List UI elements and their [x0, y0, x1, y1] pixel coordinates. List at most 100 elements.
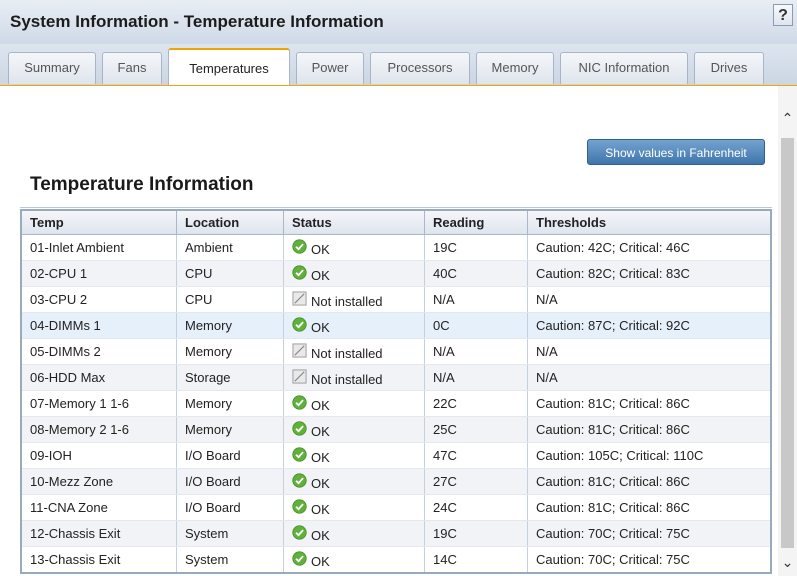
cell-reading: N/A — [424, 286, 528, 313]
tab-power[interactable]: Power — [296, 52, 364, 84]
cell-location: Ambient — [176, 234, 284, 261]
status-text: OK — [311, 449, 330, 465]
cell-thresholds: Caution: 81C; Critical: 86C — [527, 494, 772, 521]
vertical-scrollbar[interactable]: ⌃ ⌄ — [778, 86, 797, 576]
tab-memory[interactable]: Memory — [476, 52, 554, 84]
status-text: OK — [311, 475, 330, 491]
cell-temp: 10-Mezz Zone — [20, 468, 177, 495]
cell-temp: 02-CPU 1 — [20, 260, 177, 287]
scroll-down-arrow-icon[interactable]: ⌄ — [778, 552, 797, 572]
cell-temp: 11-CNA Zone — [20, 494, 177, 521]
status-text: OK — [311, 501, 330, 517]
cell-temp: 03-CPU 2 — [20, 286, 177, 313]
cell-location: I/O Board — [176, 468, 284, 495]
scroll-thumb[interactable] — [781, 138, 794, 548]
cell-thresholds: N/A — [527, 338, 772, 365]
not-installed-icon — [292, 368, 307, 384]
cell-location: Storage — [176, 364, 284, 391]
cell-location: Memory — [176, 338, 284, 365]
table-row: 07-Memory 1 1-6 Memory OK 22C Caution: 81C; … — [20, 390, 772, 417]
ok-check-icon — [292, 550, 307, 566]
column-header-thresholds[interactable]: Thresholds — [527, 209, 772, 235]
content-area: Show values in Fahrenheit Temperature In… — [0, 86, 778, 576]
tab-bar: Summary Fans Temperatures Power Processo… — [0, 44, 797, 86]
cell-temp: 09-IOH — [20, 442, 177, 469]
cell-status: OK — [283, 442, 425, 469]
section-divider — [20, 207, 772, 208]
cell-temp: 07-Memory 1 1-6 — [20, 390, 177, 417]
table-row: 08-Memory 2 1-6 Memory OK 25C Caution: 81C; … — [20, 416, 772, 443]
ok-check-icon — [292, 394, 307, 410]
cell-reading: 19C — [424, 234, 528, 261]
cell-reading: 0C — [424, 312, 528, 339]
status-text: Not installed — [311, 345, 383, 361]
cell-temp: 13-Chassis Exit — [20, 546, 177, 574]
table-row: 11-CNA Zone I/O Board OK 24C Caution: 81C; C… — [20, 494, 772, 521]
status-text: OK — [311, 553, 330, 569]
cell-status: OK — [283, 546, 425, 574]
cell-status: OK — [283, 468, 425, 495]
cell-location: System — [176, 520, 284, 547]
cell-temp: 04-DIMMs 1 — [20, 312, 177, 339]
tab-temperatures[interactable]: Temperatures — [168, 48, 290, 85]
status-text: OK — [311, 423, 330, 439]
ok-check-icon — [292, 238, 307, 254]
section-title: Temperature Information — [30, 174, 254, 195]
cell-thresholds: Caution: 42C; Critical: 46C — [527, 234, 772, 261]
status-text: OK — [311, 527, 330, 543]
status-text: OK — [311, 397, 330, 413]
status-text: Not installed — [311, 293, 383, 309]
tab-fans[interactable]: Fans — [102, 52, 162, 84]
show-fahrenheit-button[interactable]: Show values in Fahrenheit — [587, 139, 765, 165]
column-header-reading[interactable]: Reading — [424, 209, 528, 235]
table-row: 05-DIMMs 2 Memory Not installed N/A N/A — [20, 338, 772, 365]
cell-temp: 06-HDD Max — [20, 364, 177, 391]
column-header-status[interactable]: Status — [283, 209, 425, 235]
cell-reading: 47C — [424, 442, 528, 469]
cell-status: OK — [283, 260, 425, 287]
ok-check-icon — [292, 524, 307, 540]
cell-location: CPU — [176, 260, 284, 287]
cell-location: I/O Board — [176, 494, 284, 521]
cell-status: OK — [283, 494, 425, 521]
cell-temp: 08-Memory 2 1-6 — [20, 416, 177, 443]
cell-temp: 05-DIMMs 2 — [20, 338, 177, 365]
table-row: 02-CPU 1 CPU OK 40C Caution: 82C; Critical: … — [20, 260, 772, 287]
cell-reading: 14C — [424, 546, 528, 574]
cell-thresholds: Caution: 87C; Critical: 92C — [527, 312, 772, 339]
table-row: 12-Chassis Exit System OK 19C Caution: 70C; … — [20, 520, 772, 547]
cell-reading: 27C — [424, 468, 528, 495]
cell-location: Memory — [176, 390, 284, 417]
tab-summary[interactable]: Summary — [8, 52, 96, 84]
ok-check-icon — [292, 498, 307, 514]
cell-thresholds: Caution: 82C; Critical: 83C — [527, 260, 772, 287]
tab-processors[interactable]: Processors — [370, 52, 470, 84]
ok-check-icon — [292, 264, 307, 280]
not-installed-icon — [292, 290, 307, 306]
cell-location: Memory — [176, 312, 284, 339]
ok-check-icon — [292, 316, 307, 332]
tab-drives[interactable]: Drives — [694, 52, 764, 84]
help-button[interactable]: ? — [773, 4, 793, 26]
cell-thresholds: Caution: 81C; Critical: 86C — [527, 468, 772, 495]
temperature-table: Temp Location Status Reading Thresholds … — [20, 209, 772, 574]
cell-status: OK — [283, 312, 425, 339]
cell-status: Not installed — [283, 286, 425, 313]
ok-check-icon — [292, 420, 307, 436]
column-header-location[interactable]: Location — [176, 209, 284, 235]
cell-thresholds: N/A — [527, 364, 772, 391]
table-row: 13-Chassis Exit System OK 14C Caution: 70C; … — [20, 546, 772, 574]
cell-status: OK — [283, 390, 425, 417]
cell-location: I/O Board — [176, 442, 284, 469]
ok-check-icon — [292, 446, 307, 462]
scroll-up-arrow-icon[interactable]: ⌃ — [778, 108, 797, 128]
tab-nic-information[interactable]: NIC Information — [560, 52, 688, 84]
cell-reading: 19C — [424, 520, 528, 547]
cell-reading: 22C — [424, 390, 528, 417]
cell-location: System — [176, 546, 284, 574]
table-body: 01-Inlet Ambient Ambient OK 19C Caution: 42C… — [20, 234, 772, 574]
cell-reading: 40C — [424, 260, 528, 287]
column-header-temp[interactable]: Temp — [20, 209, 177, 235]
cell-status: Not installed — [283, 338, 425, 365]
not-installed-icon — [292, 342, 307, 358]
